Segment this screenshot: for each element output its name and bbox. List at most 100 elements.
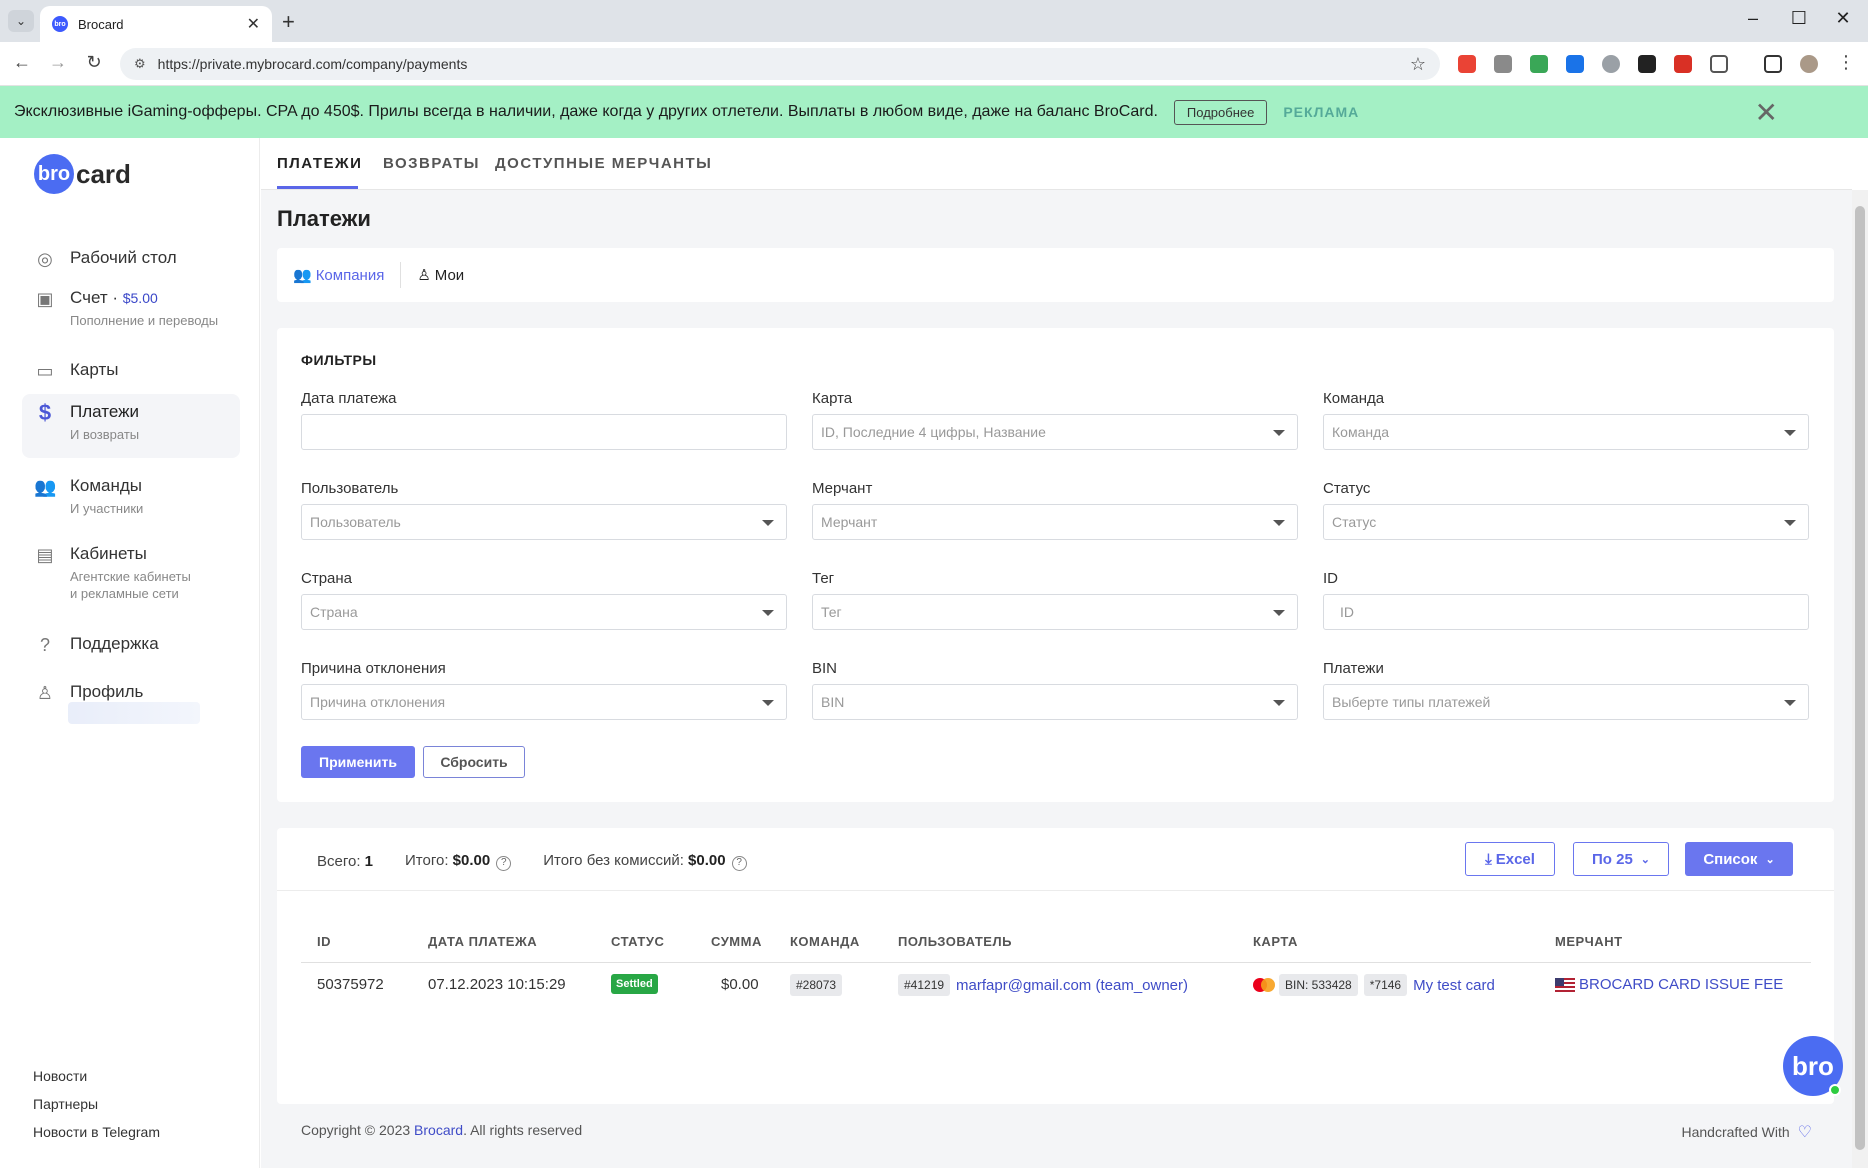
ad-more-button[interactable]: Подробнее — [1173, 99, 1268, 125]
cell-amount: $0.00 — [721, 976, 759, 993]
filter-decline-reason-select[interactable]: Причина отклонения — [301, 684, 787, 720]
sidebar-item-sub: Пополнение и переводы — [70, 313, 219, 328]
chevron-down-icon — [1273, 430, 1285, 436]
reset-button[interactable]: Сбросить — [423, 746, 525, 778]
sidebar-item-dashboard[interactable]: ◎ Рабочий стол — [22, 240, 240, 278]
filter-date-input[interactable] — [301, 414, 787, 450]
cell-merchant: BROCARD CARD ISSUE FEE — [1555, 976, 1783, 993]
per-page-select[interactable]: По 25 ⌄ — [1573, 842, 1669, 876]
help-icon: ? — [39, 635, 50, 655]
extension-icon[interactable] — [1494, 55, 1512, 73]
scope-mine[interactable]: ♙ Мои — [417, 266, 464, 285]
filter-card-select[interactable]: ID, Последние 4 цифры, Название — [812, 414, 1298, 450]
maximize-button[interactable]: ☐ — [1784, 8, 1814, 29]
sidebar-item-cabinets[interactable]: ▤ Кабинеты Агентские кабинеты и рекламны… — [22, 536, 240, 610]
column-header-merchant[interactable]: МЕРЧАНТ — [1555, 934, 1623, 949]
filter-status-select[interactable]: Статус — [1323, 504, 1809, 540]
partners-link[interactable]: Партнеры — [33, 1096, 98, 1112]
filter-user-select[interactable]: Пользователь — [301, 504, 787, 540]
tab-refunds[interactable]: ВОЗВРАТЫ — [383, 155, 480, 172]
column-header-amount[interactable]: СУММА — [711, 934, 762, 949]
extension-icon[interactable] — [1530, 55, 1548, 73]
back-icon[interactable]: ← — [8, 52, 36, 73]
online-status-dot — [1829, 1084, 1841, 1096]
help-icon[interactable]: ? — [496, 856, 512, 871]
brocard-link[interactable]: Brocard — [414, 1122, 463, 1138]
account-balance: $5.00 — [122, 290, 158, 306]
sum-label: Итого: — [405, 852, 449, 869]
scrollbar-thumb[interactable] — [1855, 206, 1865, 1150]
minimize-button[interactable]: – — [1738, 8, 1768, 29]
browser-menu-icon[interactable]: ⋮ — [1832, 52, 1860, 73]
sidebar-item-account[interactable]: ▣ Счет · $5.00 Пополнение и переводы — [22, 280, 240, 337]
gmail-extension-icon[interactable] — [1458, 55, 1476, 73]
chevron-down-icon — [1784, 430, 1796, 436]
sum-nocomm-label: Итого без комиссий: — [543, 852, 684, 869]
tab-list-button[interactable]: ⌄ — [8, 10, 34, 32]
help-icon[interactable]: ? — [731, 856, 747, 871]
side-panel-icon[interactable] — [1764, 55, 1782, 73]
filter-placeholder: BIN — [821, 694, 845, 710]
column-header-team[interactable]: КОМАНДА — [790, 934, 860, 949]
wallet-icon: ▣ — [36, 289, 54, 309]
column-header-user[interactable]: ПОЛЬЗОВАТЕЛЬ — [898, 934, 1012, 949]
extension-icon[interactable] — [1674, 55, 1692, 73]
page-scrollbar[interactable] — [1852, 190, 1868, 1168]
view-mode-select[interactable]: Список ⌄ — [1685, 842, 1793, 876]
card-link[interactable]: My test card — [1413, 977, 1495, 994]
sidebar-item-label: Команды — [70, 476, 143, 495]
filter-id-input[interactable]: ID — [1323, 594, 1809, 630]
power-extension-icon[interactable] — [1602, 55, 1620, 73]
filter-country-select[interactable]: Страна — [301, 594, 787, 630]
total-value: 1 — [364, 853, 374, 870]
sidebar-item-cards[interactable]: ▭ Карты — [22, 352, 240, 390]
scope-company[interactable]: 👥 Компания — [293, 266, 385, 285]
ad-close-icon[interactable]: ✕ — [1755, 96, 1778, 129]
extensions-puzzle-icon[interactable] — [1710, 55, 1728, 73]
excel-label: Excel — [1495, 850, 1535, 868]
excel-export-button[interactable]: ⤓ Excel — [1465, 842, 1555, 876]
column-header-id[interactable]: ID — [317, 934, 331, 949]
address-bar[interactable]: ⚙ https://private.mybrocard.com/company/… — [120, 48, 1440, 80]
filter-label-merchant: Мерчант — [812, 480, 873, 497]
profile-avatar-icon[interactable] — [1800, 55, 1818, 73]
apply-button[interactable]: Применить — [301, 746, 415, 778]
news-link[interactable]: Новости — [33, 1068, 87, 1084]
window-close-button[interactable]: ✕ — [1828, 8, 1858, 29]
user-link[interactable]: marfapr@gmail.com (team_owner) — [956, 977, 1188, 994]
chevron-down-icon — [1273, 610, 1285, 616]
reload-icon[interactable]: ↻ — [80, 52, 108, 73]
sidebar-item-support[interactable]: ? Поддержка — [22, 626, 240, 664]
scope-company-label: Компания — [315, 266, 385, 284]
sidebar-item-teams[interactable]: 👥 Команды И участники — [22, 468, 240, 525]
telegram-news-link[interactable]: Новости в Telegram — [33, 1124, 160, 1140]
profile-name-blurred — [68, 702, 200, 724]
merchant-link[interactable]: BROCARD CARD ISSUE FEE — [1579, 976, 1783, 993]
browser-tab[interactable]: bro Brocard ✕ — [40, 6, 272, 42]
filter-payment-types-select[interactable]: Выберте типы платежей — [1323, 684, 1809, 720]
column-header-card[interactable]: КАРТА — [1253, 934, 1298, 949]
tab-close-icon[interactable]: ✕ — [247, 14, 260, 34]
extension-icon[interactable] — [1566, 55, 1584, 73]
team-chip[interactable]: #28073 — [790, 974, 843, 996]
site-info-icon[interactable]: ⚙ — [134, 56, 146, 72]
sidebar-item-label: Профиль — [70, 682, 144, 701]
filter-merchant-select[interactable]: Мерчант — [812, 504, 1298, 540]
tab-payments[interactable]: ПЛАТЕЖИ — [277, 155, 362, 172]
new-tab-button[interactable]: + — [282, 9, 295, 35]
bookmark-star-icon[interactable]: ☆ — [1410, 54, 1426, 75]
sidebar-item-payments[interactable]: $ Платежи И возвраты — [22, 394, 240, 458]
users-icon: 👥 — [34, 477, 57, 497]
briefcase-icon: ▤ — [36, 545, 54, 565]
favicon-icon: bro — [52, 16, 68, 32]
filter-tag-select[interactable]: Тег — [812, 594, 1298, 630]
column-header-status[interactable]: СТАТУС — [611, 934, 664, 949]
filter-bin-select[interactable]: BIN — [812, 684, 1298, 720]
forward-icon[interactable]: → — [44, 52, 72, 73]
chevron-down-icon — [762, 520, 774, 526]
notion-extension-icon[interactable] — [1638, 55, 1656, 73]
brocard-logo[interactable]: bro card — [34, 154, 131, 194]
column-header-date[interactable]: ДАТА ПЛАТЕЖА — [428, 934, 537, 949]
filter-team-select[interactable]: Команда — [1323, 414, 1809, 450]
tab-merchants[interactable]: ДОСТУПНЫЕ МЕРЧАНТЫ — [495, 155, 712, 172]
